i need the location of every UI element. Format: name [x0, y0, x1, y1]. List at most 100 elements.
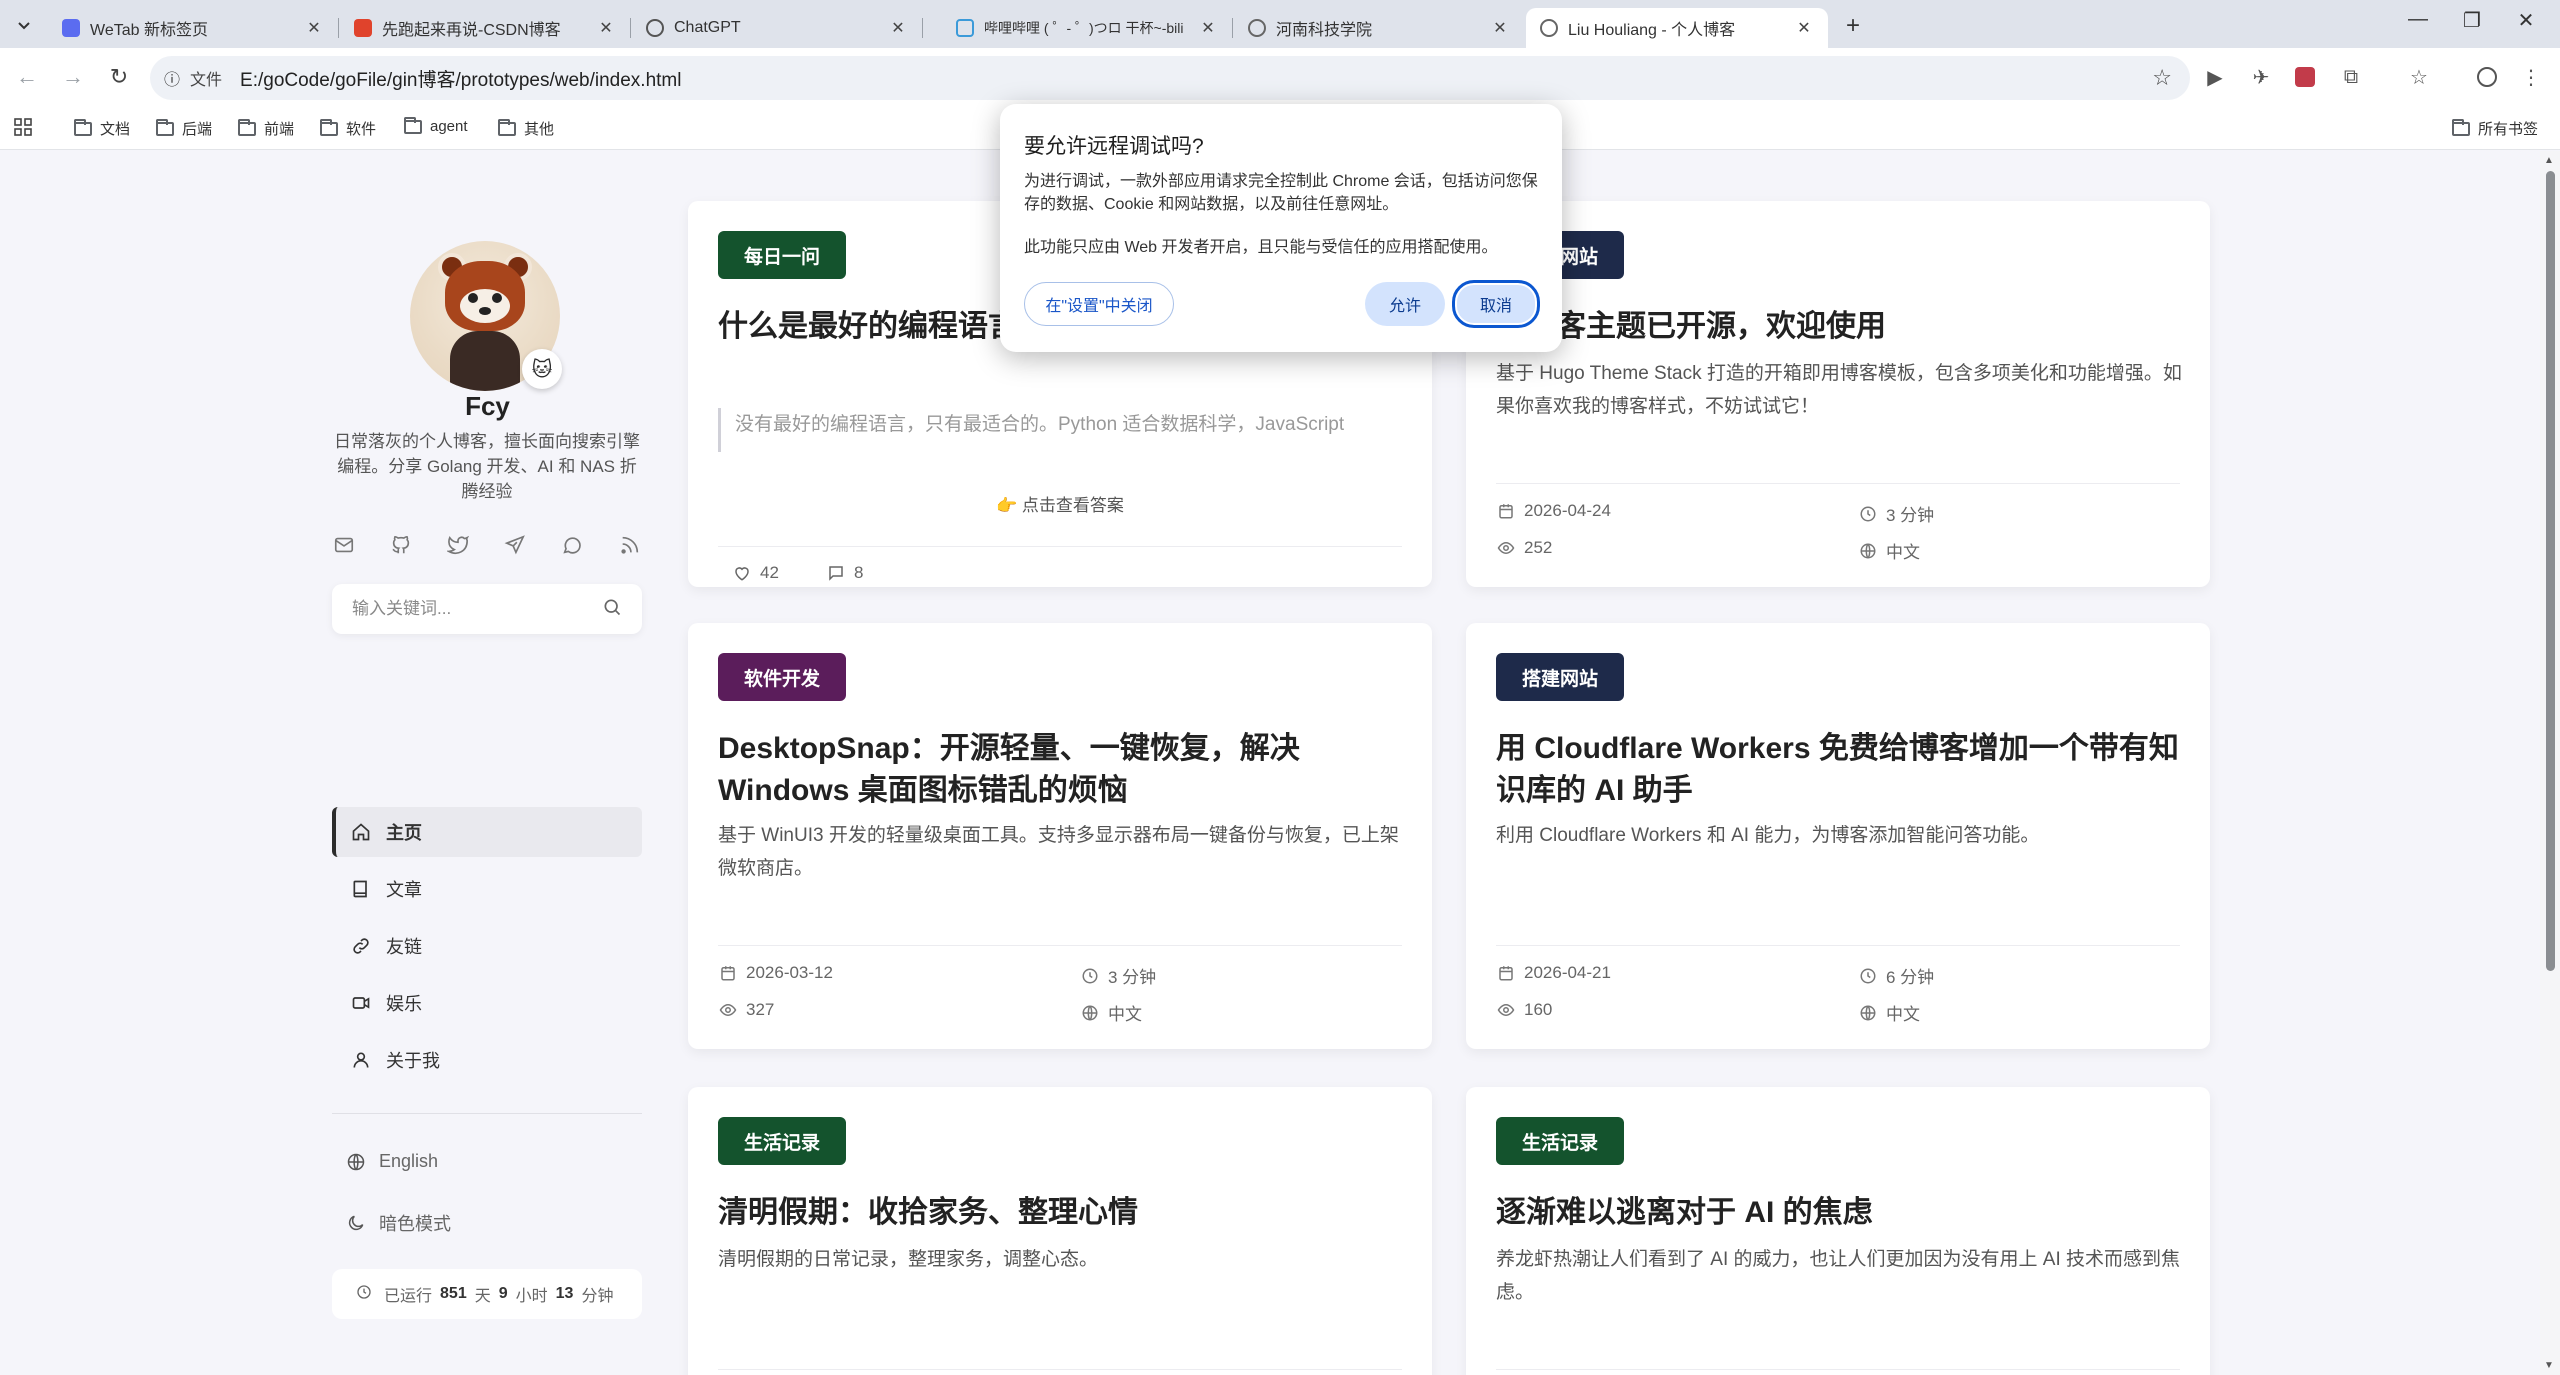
back-button[interactable]: ←: [12, 64, 42, 90]
bookmark-folder-other[interactable]: 其他: [498, 118, 554, 139]
globe-favicon: [1248, 19, 1266, 37]
close-icon[interactable]: ✕: [1198, 18, 1218, 38]
article-card[interactable]: 生活记录 清明假期：收拾家务、整理心情 清明假期的日常记录，整理家务，调整心态。: [688, 1087, 1432, 1375]
bookmark-folder-agent[interactable]: agent: [404, 116, 468, 135]
folder-icon: [156, 118, 174, 136]
article-card[interactable]: 搭建网站 本博客主题已开源，欢迎使用 基于 Hugo Theme Stack 打…: [1466, 201, 2210, 587]
bookmark-folder-docs[interactable]: 文档: [74, 118, 130, 139]
bookmark-folder-software[interactable]: 软件: [320, 118, 376, 139]
tab-title: WeTab 新标签页: [90, 22, 208, 39]
scrollbar-thumb[interactable]: [2546, 171, 2555, 971]
tab-search-button[interactable]: [8, 10, 40, 40]
page-scrollbar[interactable]: ▲ ▼: [2540, 151, 2560, 1375]
category-tag[interactable]: 生活记录: [718, 1117, 847, 1165]
email-icon[interactable]: [330, 531, 358, 559]
bookmark-folder-backend[interactable]: 后端: [156, 118, 212, 139]
card-title[interactable]: 清明假期：收拾家务、整理心情: [718, 1192, 1408, 1234]
article-card[interactable]: 搭建网站 用 Cloudflare Workers 免费给博客增加一个带有知识库…: [1466, 623, 2210, 1049]
search-icon[interactable]: [602, 597, 622, 622]
window-close-button[interactable]: ✕: [2506, 8, 2546, 33]
bilibili-favicon: [956, 19, 974, 37]
card-title[interactable]: 逐渐难以逃离对于 AI 的焦虑: [1496, 1192, 2186, 1234]
cancel-button[interactable]: 取消: [1452, 280, 1540, 328]
tab-wetab[interactable]: WeTab 新标签页 ✕: [48, 8, 339, 48]
telegram-icon[interactable]: [501, 531, 529, 559]
article-card[interactable]: 软件开发 DesktopSnap：开源轻量、一键恢复，解决 Windows 桌面…: [688, 623, 1432, 1049]
article-card[interactable]: 生活记录 逐渐难以逃离对于 AI 的焦虑 养龙虾热潮让人们看到了 AI 的威力，…: [1466, 1087, 2210, 1375]
bird-extension-icon[interactable]: ✈: [2248, 64, 2274, 90]
apps-grid-icon[interactable]: [14, 118, 32, 136]
calendar-icon: [1496, 502, 1516, 520]
view-count: 252: [1496, 538, 1552, 558]
profile-avatar-icon[interactable]: [2474, 64, 2500, 90]
puzzle-extensions-icon[interactable]: ⧉: [2338, 64, 2364, 90]
reveal-answer-button[interactable]: 👉 点击查看答案: [688, 491, 1432, 516]
remote-debugging-dialog: 要允许远程调试吗? 为进行调试，一款外部应用请求完全控制此 Chrome 会话，…: [1000, 104, 1562, 352]
category-tag[interactable]: 生活记录: [1496, 1117, 1625, 1165]
sidebar-item-articles[interactable]: 文章: [332, 864, 642, 914]
close-icon[interactable]: ✕: [596, 18, 616, 38]
tab-hist[interactable]: 河南科技学院 ✕: [1234, 8, 1524, 48]
close-icon[interactable]: ✕: [1794, 18, 1814, 38]
bookmark-star-icon[interactable]: ☆: [2152, 65, 2172, 91]
bookmarks-manager-icon[interactable]: ☆: [2406, 64, 2432, 90]
read-time: 6 分钟: [1858, 963, 1934, 988]
allow-button[interactable]: 允许: [1365, 282, 1445, 326]
forward-button[interactable]: →: [58, 64, 88, 90]
category-tag[interactable]: 每日一问: [718, 231, 847, 279]
tab-chatgpt[interactable]: ChatGPT ✕: [632, 8, 923, 48]
dark-mode-toggle[interactable]: 暗色模式: [345, 1210, 451, 1236]
sidebar-item-home[interactable]: 主页: [332, 807, 642, 857]
all-bookmarks-folder[interactable]: 所有书签: [2452, 118, 2538, 139]
tab-bilibili[interactable]: 哔哩哔哩 ( ゜- ゜)つロ 干杯~-bili ✕: [942, 8, 1233, 48]
like-count[interactable]: 42: [732, 563, 779, 583]
card-title[interactable]: DesktopSnap：开源轻量、一键恢复，解决 Windows 桌面图标错乱的…: [718, 728, 1408, 812]
folder-icon: [498, 118, 516, 136]
dialog-title: 要允许远程调试吗?: [1024, 135, 1204, 158]
card-title[interactable]: 用 Cloudflare Workers 免费给博客增加一个带有知识库的 AI …: [1496, 728, 2186, 812]
sidebar-item-entertainment[interactable]: 娱乐: [332, 978, 642, 1028]
card-title[interactable]: 本博客主题已开源，欢迎使用: [1496, 306, 2186, 348]
view-count: 327: [718, 1000, 774, 1020]
tab-blog-active[interactable]: Liu Houliang - 个人博客 ✕: [1526, 8, 1828, 48]
rss-icon[interactable]: [616, 531, 644, 559]
chat-icon[interactable]: [558, 531, 586, 559]
restore-button[interactable]: ❐: [2452, 8, 2492, 33]
reload-button[interactable]: ↻: [104, 64, 134, 90]
red-extension-icon[interactable]: [2292, 64, 2318, 90]
comment-icon: [826, 564, 846, 582]
disable-in-settings-button[interactable]: 在"设置"中关闭: [1024, 282, 1174, 326]
tab-csdn[interactable]: 先跑起来再说-CSDN博客 ✕: [340, 8, 631, 48]
new-tab-button[interactable]: +: [1838, 12, 1868, 40]
twitter-icon[interactable]: [444, 531, 472, 559]
category-tag[interactable]: 搭建网站: [1496, 653, 1625, 701]
info-icon[interactable]: ⓘ: [164, 66, 180, 90]
sidebar-item-about[interactable]: 关于我: [332, 1035, 642, 1085]
book-icon: [350, 879, 372, 899]
post-language: 中文: [1080, 1000, 1142, 1025]
emoji-badge-icon: 🐱: [522, 349, 562, 389]
calendar-icon: [718, 964, 738, 982]
github-icon[interactable]: [387, 531, 415, 559]
address-bar[interactable]: ⓘ 文件 E:/goCode/goFile/gin博客/prototypes/w…: [150, 56, 2190, 100]
home-icon: [350, 822, 372, 842]
read-time: 3 分钟: [1858, 501, 1934, 526]
sidebar-item-links[interactable]: 友链: [332, 921, 642, 971]
card-excerpt: 基于 WinUI3 开发的轻量级桌面工具。支持多显示器布局一键备份与恢复，已上架…: [718, 825, 1399, 879]
minimize-button[interactable]: —: [2398, 8, 2438, 31]
bookmark-folder-frontend[interactable]: 前端: [238, 118, 294, 139]
search-box: [332, 584, 642, 634]
post-language: 中文: [1858, 538, 1920, 563]
close-icon[interactable]: ✕: [304, 18, 324, 38]
search-input[interactable]: [352, 599, 602, 619]
close-icon[interactable]: ✕: [888, 18, 908, 38]
close-icon[interactable]: ✕: [1490, 18, 1510, 38]
language-switch[interactable]: English: [345, 1151, 438, 1172]
tab-title: Liu Houliang - 个人博客: [1568, 22, 1736, 39]
more-menu-icon[interactable]: ⋮: [2518, 64, 2544, 90]
category-tag[interactable]: 软件开发: [718, 653, 847, 701]
read-time: 3 分钟: [1080, 963, 1156, 988]
play-extension-icon[interactable]: ▶: [2202, 64, 2228, 90]
comment-count[interactable]: 8: [826, 563, 863, 583]
globe-icon: [1080, 1004, 1100, 1022]
